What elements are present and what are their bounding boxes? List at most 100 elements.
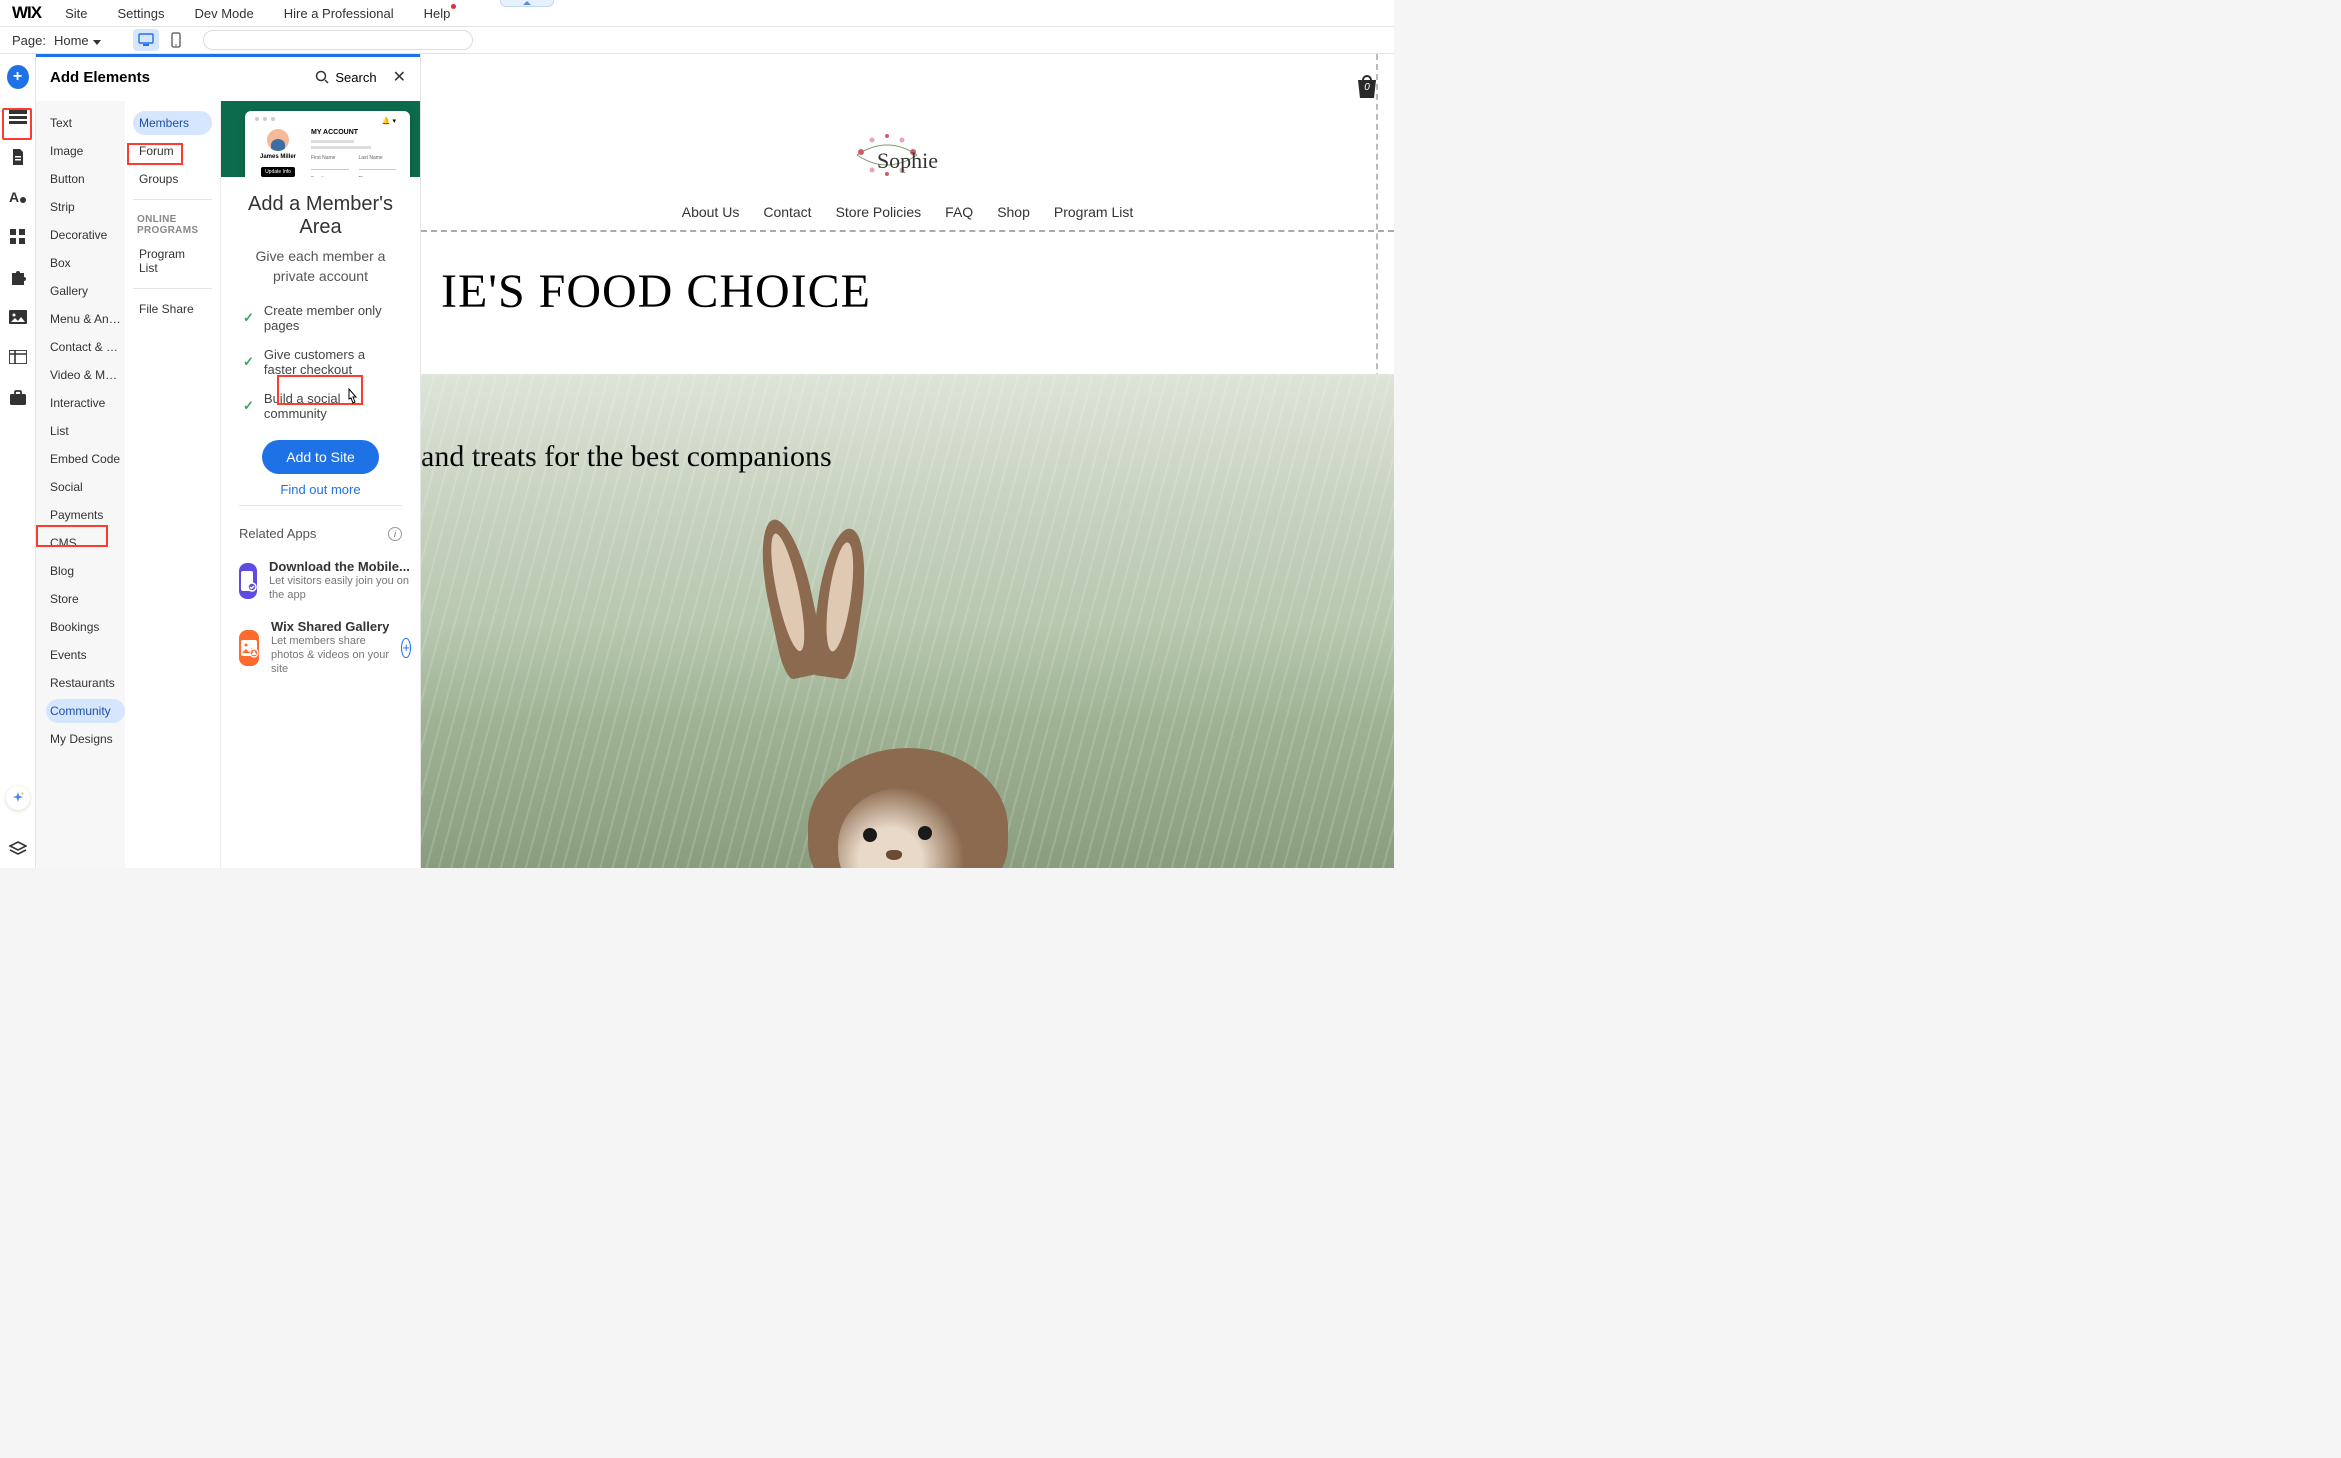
hero-title[interactable]: IE'S FOOD CHOICE <box>421 232 1394 327</box>
rail-layers[interactable] <box>7 838 29 860</box>
mobile-app-icon <box>239 563 257 599</box>
cat-cms[interactable]: CMS <box>46 531 125 555</box>
cat-button[interactable]: Button <box>46 167 125 191</box>
divider <box>133 288 212 289</box>
site-nav: About Us Contact Store Policies FAQ Shop… <box>421 194 1394 230</box>
related-app-row[interactable]: Wix Shared Gallery Let members share pho… <box>239 611 402 685</box>
menu-help[interactable]: Help <box>424 6 451 21</box>
mobile-view-button[interactable] <box>163 29 189 51</box>
add-elements-button[interactable]: + <box>7 66 29 88</box>
nav-shop[interactable]: Shop <box>997 204 1030 220</box>
desktop-view-button[interactable] <box>133 29 159 51</box>
rail-addons[interactable] <box>7 266 29 288</box>
check-icon: ✓ <box>243 398 254 414</box>
rail-media[interactable] <box>7 306 29 328</box>
cat-community[interactable]: Community <box>46 699 125 723</box>
menu-devmode[interactable]: Dev Mode <box>195 6 254 21</box>
check-icon: ✓ <box>243 310 254 326</box>
cat-embed-code[interactable]: Embed Code <box>46 447 125 471</box>
cat-social[interactable]: Social <box>46 475 125 499</box>
cat-bookings[interactable]: Bookings <box>46 615 125 639</box>
gallery-app-icon <box>239 630 259 666</box>
cat-store[interactable]: Store <box>46 587 125 611</box>
cat-list[interactable]: List <box>46 419 125 443</box>
wix-logo: WIX <box>12 3 41 23</box>
url-bar[interactable] <box>203 30 473 50</box>
sub-file-share[interactable]: File Share <box>133 297 212 321</box>
sub-forum[interactable]: Forum <box>133 139 212 163</box>
rail-pages[interactable] <box>7 146 29 168</box>
cat-strip[interactable]: Strip <box>46 195 125 219</box>
left-rail: + A <box>0 54 36 868</box>
nav-program-list[interactable]: Program List <box>1054 204 1133 220</box>
nav-contact[interactable]: Contact <box>763 204 811 220</box>
cat-menu-anchor[interactable]: Menu & Anchor <box>46 307 125 331</box>
add-to-site-button[interactable]: Add to Site <box>262 440 379 474</box>
site-canvas[interactable]: Sophie 0 About Us Contact Store Policies… <box>421 54 1394 868</box>
menu-hire[interactable]: Hire a Professional <box>284 6 394 21</box>
cart-count: 0 <box>1354 82 1380 93</box>
cart-button[interactable]: 0 <box>1354 72 1380 100</box>
divider <box>239 505 402 506</box>
panel-header: Add Elements Search ✕ <box>36 57 420 101</box>
rail-design[interactable]: A <box>7 186 29 208</box>
cat-blog[interactable]: Blog <box>46 559 125 583</box>
find-out-more-link[interactable]: Find out more <box>221 482 420 497</box>
rail-cms[interactable] <box>7 346 29 368</box>
chevron-down-icon <box>93 40 101 45</box>
apps-icon <box>10 229 26 245</box>
cat-image[interactable]: Image <box>46 139 125 163</box>
rail-sections[interactable] <box>7 106 29 128</box>
nav-faq[interactable]: FAQ <box>945 204 973 220</box>
detail-heading: Add a Member's Area <box>239 193 402 239</box>
sub-program-list[interactable]: Program List <box>133 242 212 280</box>
media-icon <box>9 310 27 324</box>
related-apps-heading: Related Apps <box>239 526 316 541</box>
site-logo[interactable]: Sophie <box>877 148 938 174</box>
cat-box[interactable]: Box <box>46 251 125 275</box>
page-label: Page: <box>12 33 46 48</box>
expand-top-panel-button[interactable] <box>500 0 554 7</box>
main-area: + A Add Elements Search ✕ Text Image <box>0 54 1394 868</box>
sub-heading-online-programs: ONLINE PROGRAMS <box>137 214 212 236</box>
cat-events[interactable]: Events <box>46 643 125 667</box>
sub-groups[interactable]: Groups <box>133 167 212 191</box>
rabbit-illustration <box>738 628 1078 868</box>
cat-restaurants[interactable]: Restaurants <box>46 671 125 695</box>
rail-apps[interactable] <box>7 226 29 248</box>
related-app-row[interactable]: Download the Mobile... Let visitors easi… <box>239 551 402 611</box>
nav-policies[interactable]: Store Policies <box>836 204 922 220</box>
check-icon: ✓ <box>243 354 254 370</box>
add-app-button[interactable]: + <box>401 638 411 658</box>
category-column: Text Image Button Strip Decorative Box G… <box>36 101 125 868</box>
panel-close-button[interactable]: ✕ <box>393 67 406 87</box>
device-toggle <box>133 29 189 51</box>
cat-video-music[interactable]: Video & Music <box>46 363 125 387</box>
nav-about[interactable]: About Us <box>682 204 740 220</box>
info-icon[interactable]: i <box>388 527 402 541</box>
rail-ai-button[interactable] <box>6 786 30 810</box>
menu-settings[interactable]: Settings <box>118 6 165 21</box>
panel-search-button[interactable]: Search <box>315 70 376 85</box>
design-icon: A <box>9 188 27 206</box>
cat-gallery[interactable]: Gallery <box>46 279 125 303</box>
cat-payments[interactable]: Payments <box>46 503 125 527</box>
cat-my-designs[interactable]: My Designs <box>46 727 125 751</box>
site-header: Sophie 0 <box>421 54 1394 194</box>
add-elements-panel: Add Elements Search ✕ Text Image Button … <box>36 54 421 868</box>
cat-interactive[interactable]: Interactive <box>46 391 125 415</box>
cat-text[interactable]: Text <box>46 111 125 135</box>
divider <box>133 199 212 200</box>
hero-image[interactable]: and treats for the best companions <box>421 374 1394 868</box>
search-icon <box>315 70 329 84</box>
cat-decorative[interactable]: Decorative <box>46 223 125 247</box>
page-selector[interactable]: Home <box>54 33 101 48</box>
menu-site[interactable]: Site <box>65 6 87 21</box>
sub-members[interactable]: Members <box>133 111 212 135</box>
app-desc: Let visitors easily join you on the app <box>269 574 410 603</box>
rail-business[interactable] <box>7 386 29 408</box>
cat-contact-forms[interactable]: Contact & Forms <box>46 335 125 359</box>
page-icon <box>11 148 25 166</box>
detail-subheading: Give each member a private account <box>239 247 402 286</box>
notification-dot-icon <box>451 4 456 9</box>
